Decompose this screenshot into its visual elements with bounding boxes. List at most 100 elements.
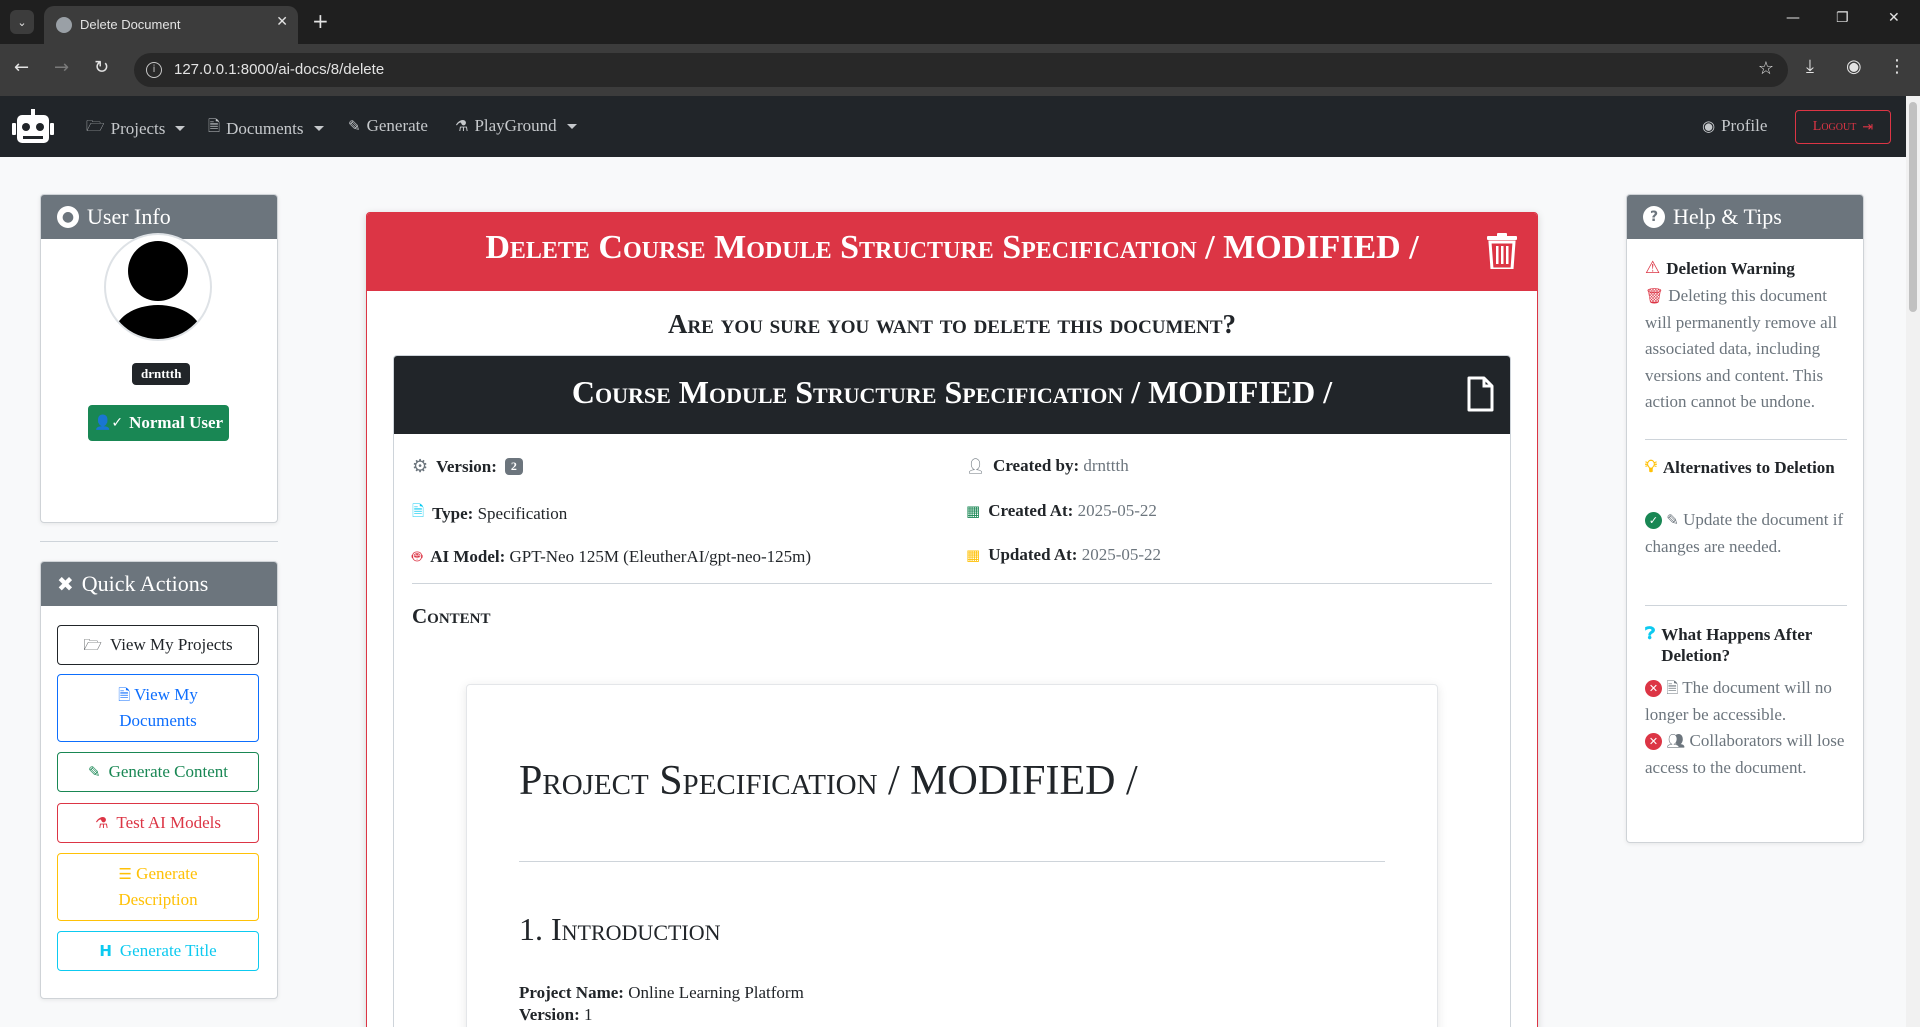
- test-ai-models-button[interactable]: ⚗ Test AI Models: [57, 803, 259, 843]
- pencil-icon: ✎: [348, 117, 361, 135]
- generate-title-button[interactable]: H Generate Title: [57, 931, 259, 971]
- generate-title-label: Generate Title: [119, 941, 217, 960]
- document-card: Course Module Structure Specification / …: [393, 355, 1511, 1027]
- scrollbar-thumb[interactable]: [1909, 102, 1917, 312]
- file-icon: 🗎: [118, 686, 131, 704]
- generate-description-button[interactable]: ☰ Generate Description: [57, 853, 259, 921]
- page-scrollbar[interactable]: [1906, 96, 1920, 1027]
- user-info-title: User Info: [87, 204, 171, 229]
- avatar: [104, 233, 212, 341]
- quick-actions-title: Quick Actions: [81, 571, 209, 596]
- robot-icon: 🤖︎: [412, 547, 423, 567]
- updated-at-label: Updated At:: [988, 545, 1078, 564]
- ai-model-label: AI Model:: [430, 547, 506, 566]
- browser-toolbar: ← → ↻ i 127.0.0.1:8000/ai-docs/8/delete …: [0, 44, 1920, 96]
- file-icon: 🗎: [208, 117, 221, 135]
- tab-close-icon[interactable]: ✕: [276, 14, 288, 30]
- content-version-value: 1: [584, 1005, 593, 1024]
- browser-tab[interactable]: Delete Document ✕: [44, 6, 298, 44]
- check-circle-icon: ✓: [1645, 512, 1662, 529]
- created-by-value: drnttth: [1083, 456, 1129, 475]
- tab-search-button[interactable]: ⌄: [10, 10, 34, 34]
- nav-projects-dropdown[interactable]: 🗁 Projects: [86, 116, 186, 141]
- calendar-icon: ▦: [966, 546, 981, 564]
- username-badge: drnttth: [132, 363, 191, 385]
- created-by-label: Created by:: [993, 456, 1080, 475]
- logout-button[interactable]: Logout ⇥: [1795, 110, 1891, 144]
- download-icon[interactable]: ⤓: [1806, 56, 1814, 77]
- chevron-down-icon: [175, 126, 186, 131]
- bookmark-star-icon[interactable]: ☆: [1758, 58, 1774, 79]
- trash-icon: [1487, 233, 1517, 274]
- url-text[interactable]: 127.0.0.1:8000/ai-docs/8/delete: [174, 61, 384, 78]
- confirm-question: Are you sure you want to delete this doc…: [667, 309, 1237, 339]
- view-my-documents-label: 🗎 View My Documents: [118, 685, 198, 730]
- created-at-label: Created At:: [988, 501, 1074, 520]
- menu-kebab-icon[interactable]: ⋮: [1888, 56, 1906, 77]
- quick-actions-card: ✖ Quick Actions 🗁 View My Projects 🗎 Vie…: [40, 561, 278, 999]
- content-section-title: 1. Introduction: [519, 911, 721, 947]
- new-tab-button[interactable]: +: [312, 9, 329, 33]
- view-my-documents-button[interactable]: 🗎 View My Documents: [57, 674, 259, 742]
- deletion-warning-text: 🗑 Deleting this document will permanentl…: [1645, 283, 1849, 416]
- help-divider: [1645, 605, 1847, 606]
- help-tips-card: ? Help & Tips ⚠ Deletion Warning 🗑 Delet…: [1626, 194, 1864, 843]
- content-project-name: Project Name: Online Learning Platform: [519, 983, 804, 1003]
- logout-label: Logout: [1812, 119, 1857, 134]
- nav-generate-link[interactable]: ✎ Generate: [348, 116, 428, 136]
- nav-generate-label: Generate: [366, 116, 428, 135]
- forward-icon[interactable]: →: [54, 57, 69, 78]
- delete-title: Delete Course Module Structure Specifica…: [485, 229, 1419, 266]
- meta-created-at: ▦ Created At: 2025-05-22: [966, 501, 1157, 521]
- question-circle-icon: ❓︎: [1645, 624, 1656, 644]
- user-icon: 👤︎: [966, 457, 986, 475]
- after-deletion-title: ❓︎ What Happens After Deletion?: [1645, 624, 1845, 666]
- address-bar[interactable]: i 127.0.0.1:8000/ai-docs/8/delete ☆: [134, 53, 1788, 87]
- file-icon: [1466, 376, 1494, 417]
- heading-icon: H: [99, 942, 112, 960]
- help-tips-header: ? Help & Tips: [1627, 195, 1863, 239]
- view-my-projects-label: View My Projects: [109, 635, 233, 654]
- nav-playground-dropdown[interactable]: ⚗ PlayGround: [455, 116, 577, 136]
- reload-icon[interactable]: ↻: [94, 57, 109, 78]
- user-info-card: ● User Info drnttth 👤✓ Normal User: [40, 194, 278, 523]
- nav-documents-dropdown[interactable]: 🗎 Documents: [208, 116, 324, 141]
- generate-content-button[interactable]: ✎ Generate Content: [57, 752, 259, 792]
- sign-out-icon: ⇥: [1862, 119, 1874, 135]
- deletion-warning-title: ⚠ Deletion Warning: [1645, 258, 1795, 279]
- minimize-icon[interactable]: —: [1786, 10, 1800, 26]
- robot-logo-icon[interactable]: [12, 109, 54, 150]
- gear-icon: ⚙: [412, 456, 429, 477]
- meta-version: ⚙ Version: 2: [412, 456, 523, 477]
- delete-header: Delete Course Module Structure Specifica…: [367, 213, 1537, 291]
- view-my-projects-button[interactable]: 🗁 View My Projects: [57, 625, 259, 665]
- warning-triangle-icon: ⚠: [1645, 258, 1661, 278]
- close-window-icon[interactable]: ✕: [1888, 10, 1900, 26]
- delete-document-card: Delete Course Module Structure Specifica…: [366, 212, 1538, 1027]
- content-label: Content: [412, 604, 491, 628]
- after-deletion-label: What Happens After Deletion?: [1661, 625, 1813, 665]
- quick-actions-header: ✖ Quick Actions: [41, 562, 277, 606]
- restore-icon[interactable]: ❐: [1836, 10, 1849, 26]
- site-info-icon[interactable]: i: [146, 62, 162, 78]
- help-divider: [1645, 439, 1847, 440]
- pencil-icon: ✎: [87, 763, 101, 781]
- user-check-icon: 👤✓: [93, 415, 124, 431]
- user-circle-icon: ●: [57, 206, 79, 228]
- globe-icon: [56, 17, 72, 33]
- role-label: Normal User: [129, 413, 224, 432]
- generate-content-label: Generate Content: [108, 762, 228, 781]
- account-icon[interactable]: ◉: [1846, 56, 1862, 77]
- document-title: Course Module Structure Specification / …: [571, 374, 1333, 410]
- lightbulb-icon: 💡︎: [1645, 457, 1657, 477]
- vial-icon: ⚗: [94, 814, 109, 832]
- back-icon[interactable]: ←: [14, 57, 29, 78]
- content-version-label: Version:: [519, 1005, 580, 1024]
- nav-profile-link[interactable]: ◉ Profile: [1702, 116, 1767, 136]
- folder-open-icon: 🗁: [83, 636, 102, 654]
- version-badge: 2: [504, 458, 523, 475]
- project-name-value: Online Learning Platform: [628, 983, 804, 1002]
- sidebar-divider: [40, 541, 278, 542]
- meta-created-by: 👤︎ Created by: drnttth: [966, 456, 1129, 476]
- test-ai-models-label: Test AI Models: [116, 813, 222, 832]
